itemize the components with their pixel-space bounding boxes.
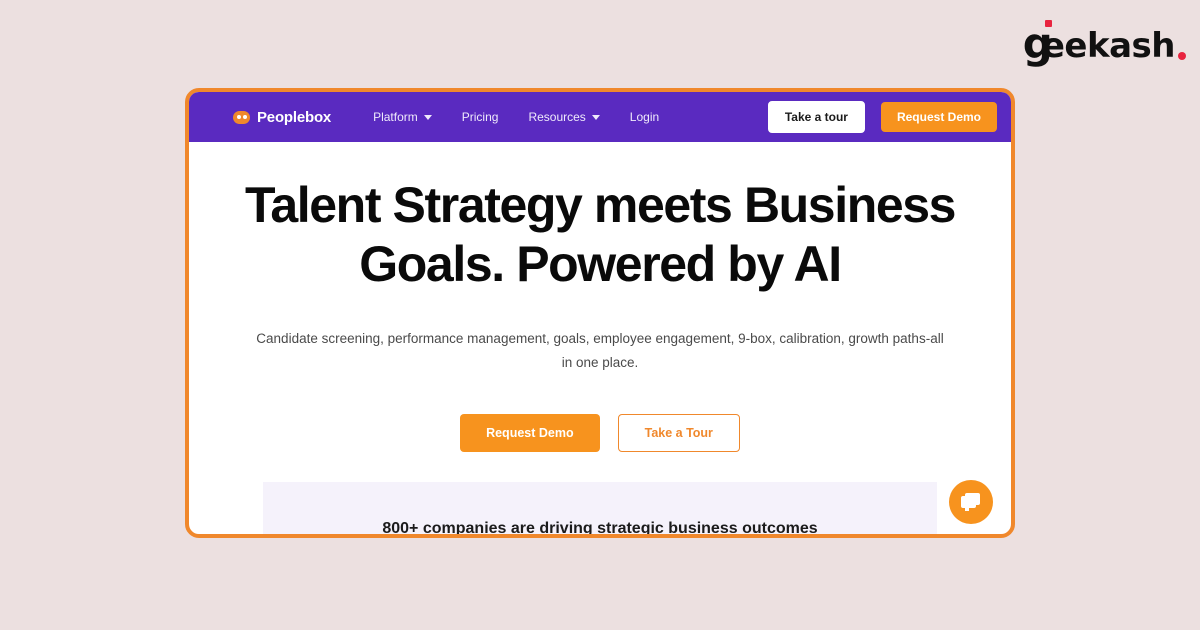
social-proof-band: 800+ companies are driving strategic bus… [263, 482, 937, 534]
browser-frame: Peoplebox Platform Pricing Resources Log… [185, 88, 1015, 538]
hero-request-demo-button[interactable]: Request Demo [460, 414, 600, 453]
peoplebox-logo[interactable]: Peoplebox [233, 109, 331, 126]
nav-item-pricing-label: Pricing [461, 110, 499, 124]
chevron-down-icon [591, 114, 600, 120]
chat-widget-button[interactable] [949, 480, 993, 524]
nav-links: Platform Pricing Resources Login [373, 110, 659, 124]
red-period-icon [1178, 52, 1186, 60]
geekash-wordmark: eekash [1041, 26, 1176, 66]
hero-take-tour-button[interactable]: Take a Tour [617, 414, 740, 453]
nav-item-pricing[interactable]: Pricing [462, 110, 499, 124]
navbar-request-demo-button[interactable]: Request Demo [880, 102, 997, 132]
nav-item-resources-label: Resources [528, 110, 586, 124]
nav-item-login[interactable]: Login [630, 110, 659, 124]
chat-bubble-tail-icon [965, 507, 969, 511]
hero-section: Talent Strategy meets Business Goals. Po… [189, 142, 1011, 453]
page-root: g eekash Peoplebox Platform Pricing Reso… [0, 0, 1200, 630]
red-dot-icon [1044, 20, 1052, 27]
site-navbar: Peoplebox Platform Pricing Resources Log… [189, 92, 1011, 142]
nav-item-platform-label: Platform [373, 110, 418, 124]
nav-item-platform[interactable]: Platform [373, 110, 432, 124]
nav-actions: Take a tour Request Demo [767, 101, 997, 133]
social-proof-text: 800+ companies are driving strategic bus… [382, 520, 818, 534]
navbar-take-tour-button[interactable]: Take a tour [767, 101, 865, 133]
hero-cta-group: Request Demo Take a Tour [229, 414, 971, 453]
chevron-down-icon [423, 114, 432, 120]
peoplebox-logo-text: Peoplebox [257, 108, 332, 126]
geekash-g-letter: g [1022, 19, 1053, 69]
nav-item-login-label: Login [629, 110, 660, 124]
hero-subheadline: Candidate screening, performance managem… [256, 331, 944, 370]
hero-headline: Talent Strategy meets Business Goals. Po… [244, 177, 957, 292]
geekash-logo: g eekash [1022, 18, 1186, 69]
nav-item-resources[interactable]: Resources [528, 110, 600, 124]
peoplebox-infinity-icon [233, 110, 250, 124]
